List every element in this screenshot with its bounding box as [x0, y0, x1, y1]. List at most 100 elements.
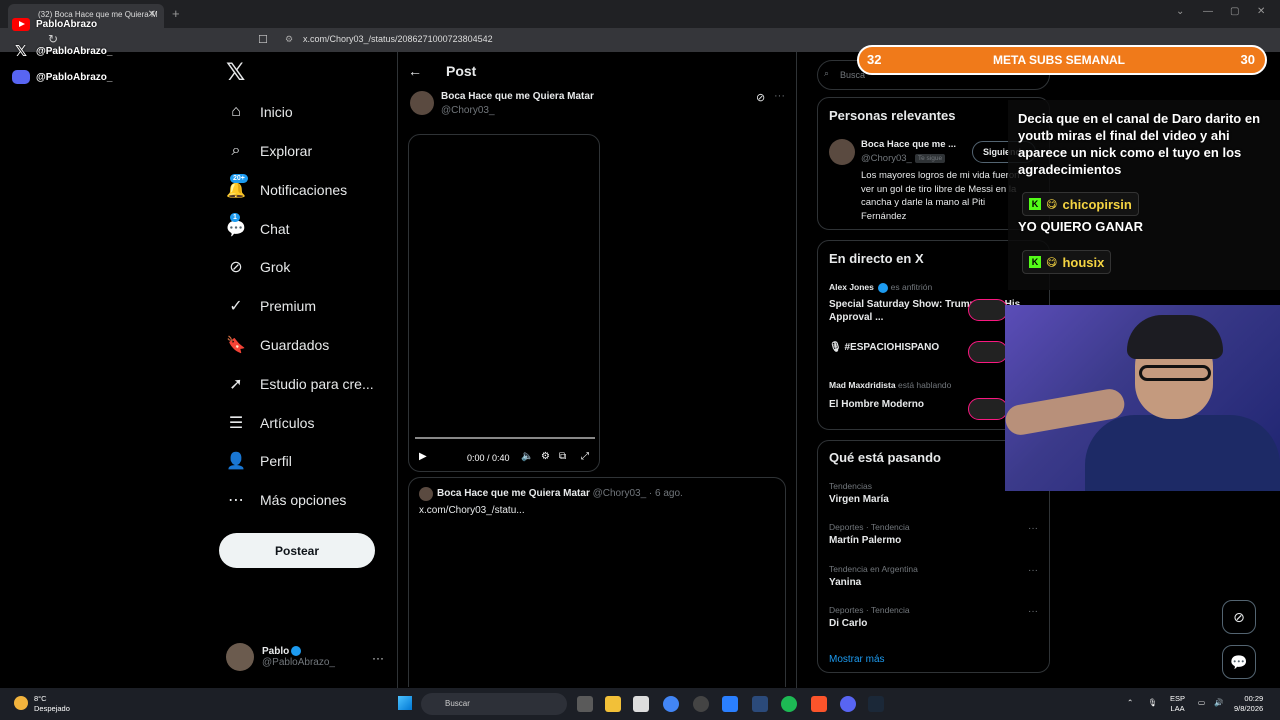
- chat-username: K 😋 chicopirsin: [1022, 192, 1139, 216]
- live-title: En directo en X: [829, 251, 924, 266]
- x-logo-icon[interactable]: 𝕏: [226, 58, 245, 87]
- kick-icon: K: [1029, 256, 1041, 268]
- bookmark-page-icon[interactable]: ☐: [258, 33, 268, 46]
- app-icon[interactable]: [722, 696, 738, 712]
- nav-item-notificaciones[interactable]: 🔔 20+ Notificaciones: [226, 174, 348, 204]
- post-author-handle[interactable]: @Chory03_: [441, 105, 495, 116]
- settings-icon[interactable]: ⚙: [541, 451, 550, 462]
- file-explorer-icon[interactable]: [605, 696, 621, 712]
- live-listeners-pill[interactable]: [968, 299, 1008, 321]
- nav-item-perfil[interactable]: 👤 Perfil: [226, 447, 292, 475]
- grok-float-icon[interactable]: ⊘: [1222, 600, 1256, 634]
- tab-search-icon[interactable]: ⌄: [1176, 6, 1184, 17]
- discord-icon: [12, 70, 30, 84]
- weather-text[interactable]: 8°C Despejado: [34, 694, 70, 714]
- relevant-people-title: Personas relevantes: [829, 108, 956, 123]
- account-switcher[interactable]: Pablo @PabloAbrazo_: [226, 643, 335, 671]
- trend-more-icon[interactable]: ···: [1028, 523, 1038, 534]
- profile-more-icon[interactable]: ···: [372, 651, 384, 665]
- chrome-icon[interactable]: [663, 696, 679, 712]
- taskbar-search-input[interactable]: Buscar: [421, 693, 567, 715]
- new-tab-icon[interactable]: +: [172, 6, 180, 21]
- quoted-post[interactable]: Boca Hace que me Quiera Matar @Chory03_ …: [408, 477, 786, 687]
- trend-meta: Deportes · Tendencia: [829, 605, 910, 615]
- live-item-title[interactable]: 🎙 #ESPACIOHISPANO: [829, 341, 939, 354]
- weather-icon[interactable]: [14, 696, 28, 710]
- trend-name[interactable]: Di Carlo: [829, 618, 867, 629]
- relevant-avatar[interactable]: [829, 139, 855, 165]
- nav-item-guardados[interactable]: 🔖 Guardados: [226, 331, 329, 359]
- bell-icon: 🔔 20+: [226, 174, 248, 199]
- post-author-name[interactable]: Boca Hace que me Quiera Matar: [441, 91, 594, 102]
- nav-item-premium[interactable]: ✓ Premium: [226, 292, 316, 320]
- display-icon[interactable]: ▭: [1198, 698, 1205, 708]
- back-arrow-icon[interactable]: ←: [408, 63, 422, 79]
- brave-icon[interactable]: [811, 696, 827, 712]
- microphone-icon[interactable]: 🎙: [1148, 698, 1158, 708]
- trend-more-icon[interactable]: ···: [1028, 565, 1038, 576]
- nav-label: Notificaciones: [260, 182, 348, 198]
- messages-float-icon[interactable]: 💬: [1222, 645, 1256, 679]
- video-player[interactable]: ▶ 0:00 / 0:40 🔈 ⚙ ⧉ ⤢: [408, 134, 600, 472]
- clock[interactable]: 00:29 9/8/2026: [1234, 694, 1263, 714]
- spotify-icon[interactable]: [781, 696, 797, 712]
- obs-icon[interactable]: [693, 696, 709, 712]
- video-progress-bar[interactable]: [415, 437, 595, 439]
- trend-name[interactable]: Martín Palermo: [829, 535, 901, 546]
- show-more-link[interactable]: Mostrar más: [829, 654, 885, 665]
- chat-message: YO QUIERO GANAR: [1018, 219, 1143, 234]
- nav-item-más-opciones[interactable]: ⋯ Más opciones: [226, 486, 346, 514]
- nav-item-chat[interactable]: 💬 1 Chat: [226, 213, 290, 243]
- trend-name[interactable]: Yanina: [829, 577, 861, 588]
- vscode-icon[interactable]: [752, 696, 768, 712]
- post-button[interactable]: Postear: [219, 533, 375, 568]
- search-icon: ⌕: [231, 142, 241, 159]
- nav-item-grok[interactable]: ⊘ Grok: [226, 253, 290, 281]
- steam-icon[interactable]: [868, 696, 884, 712]
- overlay-discord-label: @PabloAbrazo_: [36, 71, 113, 83]
- trend-meta: Tendencias: [829, 481, 873, 491]
- subs-goal-current: 32: [867, 52, 882, 67]
- language-indicator[interactable]: ESP LAA: [1170, 694, 1185, 714]
- notification-badge: 20+: [230, 174, 248, 183]
- site-info-icon[interactable]: ⚙: [285, 34, 293, 45]
- windows-start-icon[interactable]: [398, 696, 412, 710]
- follows-you-badge: Te sigue: [914, 153, 946, 163]
- post-more-icon[interactable]: ···: [774, 90, 785, 102]
- play-icon[interactable]: ▶: [419, 451, 427, 462]
- nav-item-inicio[interactable]: ⌂ Inicio: [226, 98, 293, 126]
- discord-taskbar-icon[interactable]: [840, 696, 856, 712]
- maximize-icon[interactable]: ▢: [1230, 6, 1239, 17]
- window-close-icon[interactable]: ✕: [1257, 6, 1265, 17]
- pip-icon[interactable]: ⧉: [559, 451, 566, 462]
- grok-icon: ⊘: [229, 259, 243, 276]
- tray-chevron-icon[interactable]: ⌃: [1127, 698, 1133, 708]
- webcam-glasses: [1139, 365, 1211, 381]
- overlay-youtube: PabloAbrazo: [12, 14, 97, 34]
- rocket-icon: ➚: [229, 376, 243, 393]
- live-listeners-pill[interactable]: [968, 341, 1008, 363]
- overlay-x-label: @PabloAbrazo_: [36, 45, 113, 57]
- post-author-avatar[interactable]: [410, 91, 434, 115]
- grok-icon[interactable]: ⊘: [756, 91, 765, 104]
- nav-item-explorar[interactable]: ⌕ Explorar: [226, 137, 313, 165]
- live-listeners-pill[interactable]: [968, 398, 1008, 420]
- nav-item-artículos[interactable]: ☰ Artículos: [226, 409, 315, 437]
- minimize-icon[interactable]: —: [1203, 6, 1213, 17]
- trend-name[interactable]: Virgen María: [829, 494, 889, 505]
- emote-icon: 😋: [1046, 256, 1058, 269]
- volume-tray-icon[interactable]: 🔊: [1214, 698, 1223, 708]
- x-icon: 𝕏: [14, 43, 28, 60]
- webcam-feed: [1005, 305, 1280, 491]
- snipping-tool-icon[interactable]: [633, 696, 649, 712]
- url-field[interactable]: x.com/Chory03_/status/208627100072380454…: [303, 34, 493, 44]
- trend-more-icon[interactable]: ···: [1028, 606, 1038, 617]
- task-view-icon[interactable]: [577, 696, 593, 712]
- fullscreen-icon[interactable]: ⤢: [581, 451, 589, 462]
- relevant-name[interactable]: Boca Hace que me ...: [861, 139, 956, 150]
- tab-close-icon[interactable]: ✕: [148, 9, 156, 20]
- live-item-title[interactable]: El Hombre Moderno: [829, 398, 924, 411]
- nav-item-estudio-para-cre[interactable]: ➚ Estudio para cre...: [226, 370, 373, 398]
- volume-icon[interactable]: 🔈: [521, 451, 533, 462]
- quote-text[interactable]: x.com/Chory03_/statu...: [419, 505, 525, 516]
